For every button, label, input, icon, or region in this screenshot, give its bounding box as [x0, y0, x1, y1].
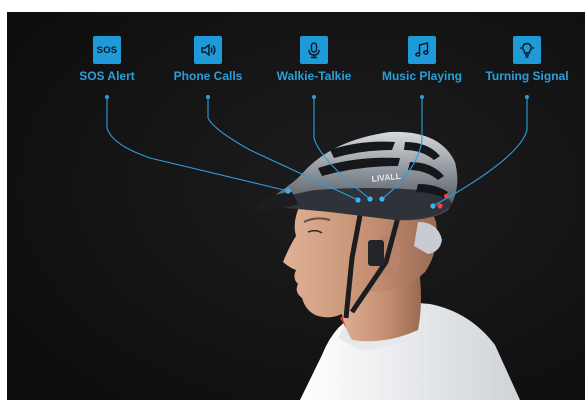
lightbulb-icon [513, 36, 541, 64]
sos-icon: SOS [93, 36, 121, 64]
feature-label: Walkie-Talkie [276, 69, 352, 83]
feature-music-playing: Music Playing [367, 36, 477, 83]
feature-label: Phone Calls [173, 69, 243, 83]
feature-sos-alert: SOS SOS Alert [52, 36, 162, 83]
feature-turning-signal: Turning Signal [472, 36, 582, 83]
feature-walkie-talkie: Walkie-Talkie [259, 36, 369, 83]
feature-label: SOS Alert [79, 69, 135, 83]
sos-icon-text: SOS [96, 44, 118, 56]
microphone-icon [300, 36, 328, 64]
feature-label: Music Playing [381, 69, 463, 83]
feature-phone-calls: Phone Calls [153, 36, 263, 83]
product-graphic: LIVALL SOS SOS Alert Phone Calls Walkie-… [0, 0, 585, 400]
phone-speaker-icon [194, 36, 222, 64]
helmet-led-red [437, 203, 443, 209]
feature-label: Turning Signal [485, 69, 569, 83]
strap-adjuster [368, 240, 384, 266]
music-note-icon [408, 36, 436, 64]
